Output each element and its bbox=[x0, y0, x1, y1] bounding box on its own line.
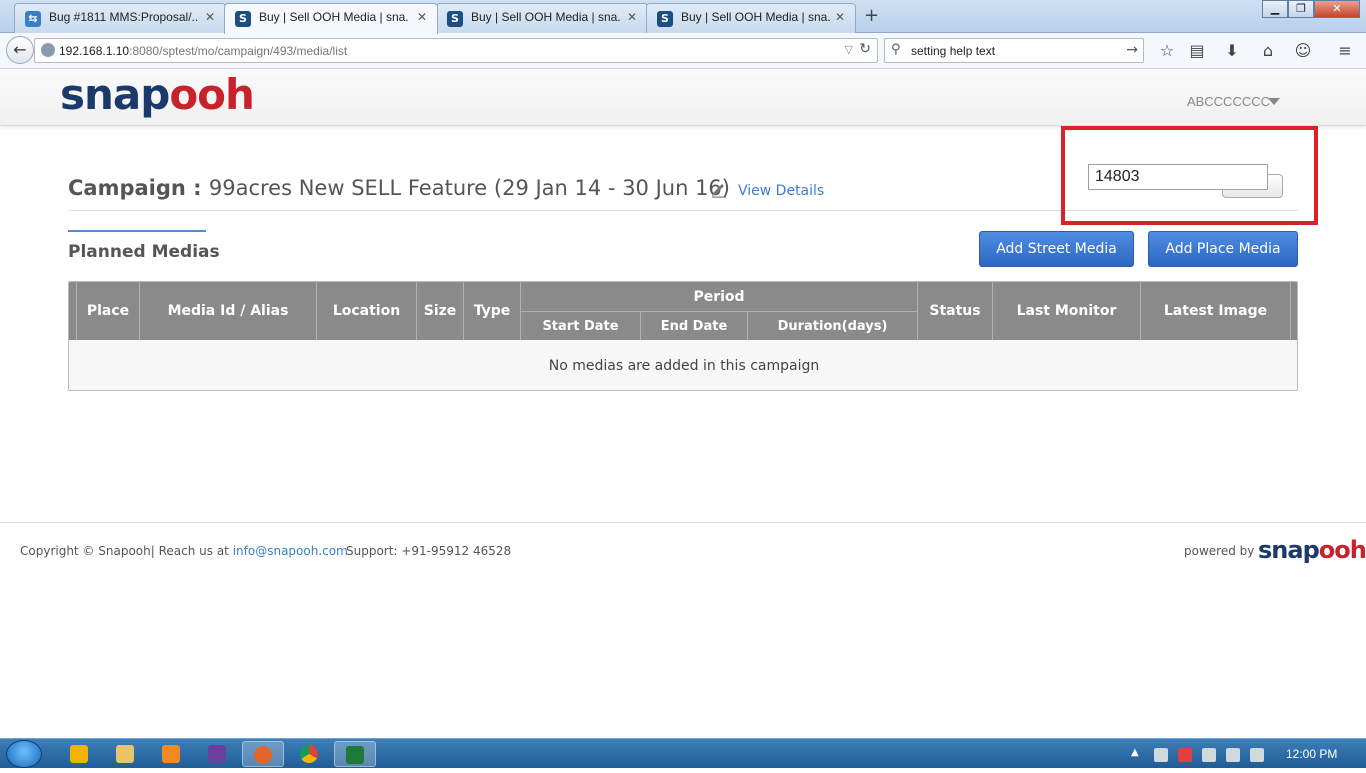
tab-close-icon[interactable]: ✕ bbox=[835, 10, 845, 24]
snapooh-logo[interactable]: snapooh bbox=[60, 70, 255, 119]
bookmarks-list-icon[interactable]: ▤ bbox=[1186, 40, 1208, 62]
tab-close-icon[interactable]: ✕ bbox=[205, 10, 215, 24]
maximize-button[interactable]: ❐ bbox=[1288, 0, 1314, 18]
column-header-type[interactable]: Type bbox=[464, 282, 521, 340]
media-player-taskbar-icon[interactable] bbox=[150, 741, 192, 767]
column-header-media-id[interactable]: Media Id / Alias bbox=[140, 282, 317, 340]
column-header-start-date[interactable]: Start Date bbox=[521, 312, 641, 340]
email-link[interactable]: info@snapooh.com bbox=[233, 544, 348, 558]
logo-part-snap: snap bbox=[60, 70, 170, 119]
add-place-media-button[interactable]: Add Place Media bbox=[1148, 231, 1298, 267]
snapooh-favicon-icon: S bbox=[447, 11, 463, 27]
section-title: Planned Medias bbox=[68, 242, 220, 262]
url-bar[interactable]: 192.168.1.10:8080/sptest/mo/campaign/493… bbox=[34, 38, 878, 63]
tab-close-icon[interactable]: ✕ bbox=[627, 10, 637, 24]
logo-part-ooh: ooh bbox=[1318, 536, 1366, 564]
volume-icon[interactable] bbox=[1250, 748, 1264, 762]
logo-part-ooh: ooh bbox=[169, 70, 255, 119]
footer-divider bbox=[0, 522, 1366, 523]
column-header-duration[interactable]: Duration(days) bbox=[748, 312, 918, 340]
browser-search-text: setting help text bbox=[911, 44, 996, 58]
page-title: Campaign : 99acres New SELL Feature (29 … bbox=[68, 176, 730, 200]
network-share-icon[interactable] bbox=[1154, 748, 1168, 762]
start-button[interactable] bbox=[6, 740, 42, 768]
firefox-taskbar-icon[interactable] bbox=[242, 741, 284, 767]
chrome-taskbar-icon[interactable] bbox=[288, 741, 330, 767]
tab-close-icon[interactable]: ✕ bbox=[417, 10, 427, 24]
copyright-text: Copyright © Snapooh| Reach us at bbox=[20, 544, 233, 558]
add-street-media-button[interactable]: Add Street Media bbox=[979, 231, 1134, 267]
media-search-input[interactable] bbox=[1088, 164, 1268, 190]
explorer-taskbar-icon[interactable] bbox=[104, 741, 146, 767]
outlook-taskbar-icon[interactable] bbox=[58, 741, 100, 767]
chevron-down-icon[interactable] bbox=[1268, 98, 1280, 105]
table-header: Place Media Id / Alias Location Size Typ… bbox=[69, 282, 1297, 340]
column-header-last-monitor[interactable]: Last Monitor bbox=[993, 282, 1141, 340]
column-header-status[interactable]: Status bbox=[918, 282, 993, 340]
url-host: 192.168.1.10 bbox=[59, 44, 130, 58]
column-header-place[interactable]: Place bbox=[77, 282, 140, 340]
clock[interactable]: 12:00 PM bbox=[1286, 747, 1337, 761]
globe-icon bbox=[41, 43, 55, 57]
browser-tab-3[interactable]: S Buy | Sell OOH Media | sna... ✕ bbox=[436, 3, 648, 33]
url-dropdown-icon[interactable]: ▽ bbox=[845, 43, 853, 56]
powered-by-label: powered by bbox=[1184, 544, 1255, 558]
logo-part-snap: snap bbox=[1258, 536, 1320, 564]
browser-tab-2[interactable]: S Buy | Sell OOH Media | sna... ✕ bbox=[224, 3, 438, 34]
chat-icon[interactable]: ☺ bbox=[1292, 40, 1314, 62]
browser-tab-1[interactable]: ⇆ Bug #1811 MMS:Proposal/... ✕ bbox=[14, 3, 226, 33]
search-icon: ⚲ bbox=[891, 42, 901, 57]
menu-icon[interactable]: ≡ bbox=[1334, 40, 1356, 62]
column-header-location[interactable]: Location bbox=[317, 282, 417, 340]
view-details-link[interactable]: View Details bbox=[738, 183, 824, 199]
reload-icon[interactable]: ↻ bbox=[859, 41, 871, 57]
campaign-prefix: Campaign : bbox=[68, 176, 209, 200]
excel-taskbar-icon[interactable] bbox=[334, 741, 376, 767]
browser-tab-4[interactable]: S Buy | Sell OOH Media | sna... ✕ bbox=[646, 3, 856, 33]
browser-search-bar[interactable]: ⚲ setting help text → bbox=[884, 38, 1144, 63]
tab-label: Buy | Sell OOH Media | sna... bbox=[259, 10, 409, 24]
column-header-size[interactable]: Size bbox=[417, 282, 464, 340]
footer-copyright: Copyright © Snapooh| Reach us at info@sn… bbox=[20, 544, 348, 558]
redmine-icon: ⇆ bbox=[25, 11, 41, 27]
tab-label: Buy | Sell OOH Media | sna... bbox=[471, 10, 621, 24]
column-header-latest-image[interactable]: Latest Image bbox=[1141, 282, 1291, 340]
column-header-end-date[interactable]: End Date bbox=[641, 312, 748, 340]
footer-snapooh-logo[interactable]: snapooh bbox=[1258, 536, 1366, 564]
pencil-icon[interactable] bbox=[710, 180, 728, 198]
close-window-button[interactable]: ✕ bbox=[1314, 0, 1360, 18]
campaign-name: 99acres New SELL Feature (29 Jan 14 - 30… bbox=[208, 176, 730, 200]
new-tab-icon[interactable]: + bbox=[864, 5, 879, 26]
signal-icon[interactable] bbox=[1202, 748, 1216, 762]
windows-taskbar: ▲ 12:00 PM bbox=[0, 738, 1366, 768]
url-text: 192.168.1.10:8080/sptest/mo/campaign/493… bbox=[59, 44, 347, 58]
minimize-button[interactable]: ▁ bbox=[1262, 0, 1288, 18]
media-table: Place Media Id / Alias Location Size Typ… bbox=[68, 281, 1298, 391]
table-empty-message: No medias are added in this campaign bbox=[69, 340, 1297, 390]
back-button[interactable]: ← bbox=[6, 36, 34, 64]
visual-studio-taskbar-icon[interactable] bbox=[196, 741, 238, 767]
url-path: :8080/sptest/mo/campaign/493/media/list bbox=[129, 44, 348, 58]
battery-icon[interactable] bbox=[1226, 748, 1240, 762]
flag-icon[interactable] bbox=[1178, 748, 1192, 762]
tab-label: Bug #1811 MMS:Proposal/... bbox=[49, 10, 199, 24]
table-header-spacer bbox=[69, 282, 77, 340]
browser-tab-strip: ⇆ Bug #1811 MMS:Proposal/... ✕ S Buy | S… bbox=[0, 0, 1366, 34]
browser-nav-bar: ← 192.168.1.10:8080/sptest/mo/campaign/4… bbox=[0, 33, 1366, 69]
section-tab-underline bbox=[68, 230, 206, 232]
search-go-icon[interactable]: → bbox=[1126, 42, 1138, 58]
tray-expand-icon[interactable]: ▲ bbox=[1131, 747, 1139, 758]
home-icon[interactable]: ⌂ bbox=[1257, 40, 1279, 62]
bookmark-star-icon[interactable]: ☆ bbox=[1156, 40, 1178, 62]
snapooh-favicon-icon: S bbox=[657, 11, 673, 27]
user-menu[interactable]: ABCCCCCCC bbox=[1187, 94, 1270, 109]
column-header-period: Period bbox=[521, 282, 918, 312]
app-header: snapooh ABCCCCCCC bbox=[0, 70, 1366, 126]
footer-support: Support: +91-95912 46528 bbox=[346, 544, 512, 558]
snapooh-favicon-icon: S bbox=[235, 11, 251, 27]
tab-label: Buy | Sell OOH Media | sna... bbox=[681, 10, 831, 24]
downloads-icon[interactable]: ⬇ bbox=[1221, 40, 1243, 62]
